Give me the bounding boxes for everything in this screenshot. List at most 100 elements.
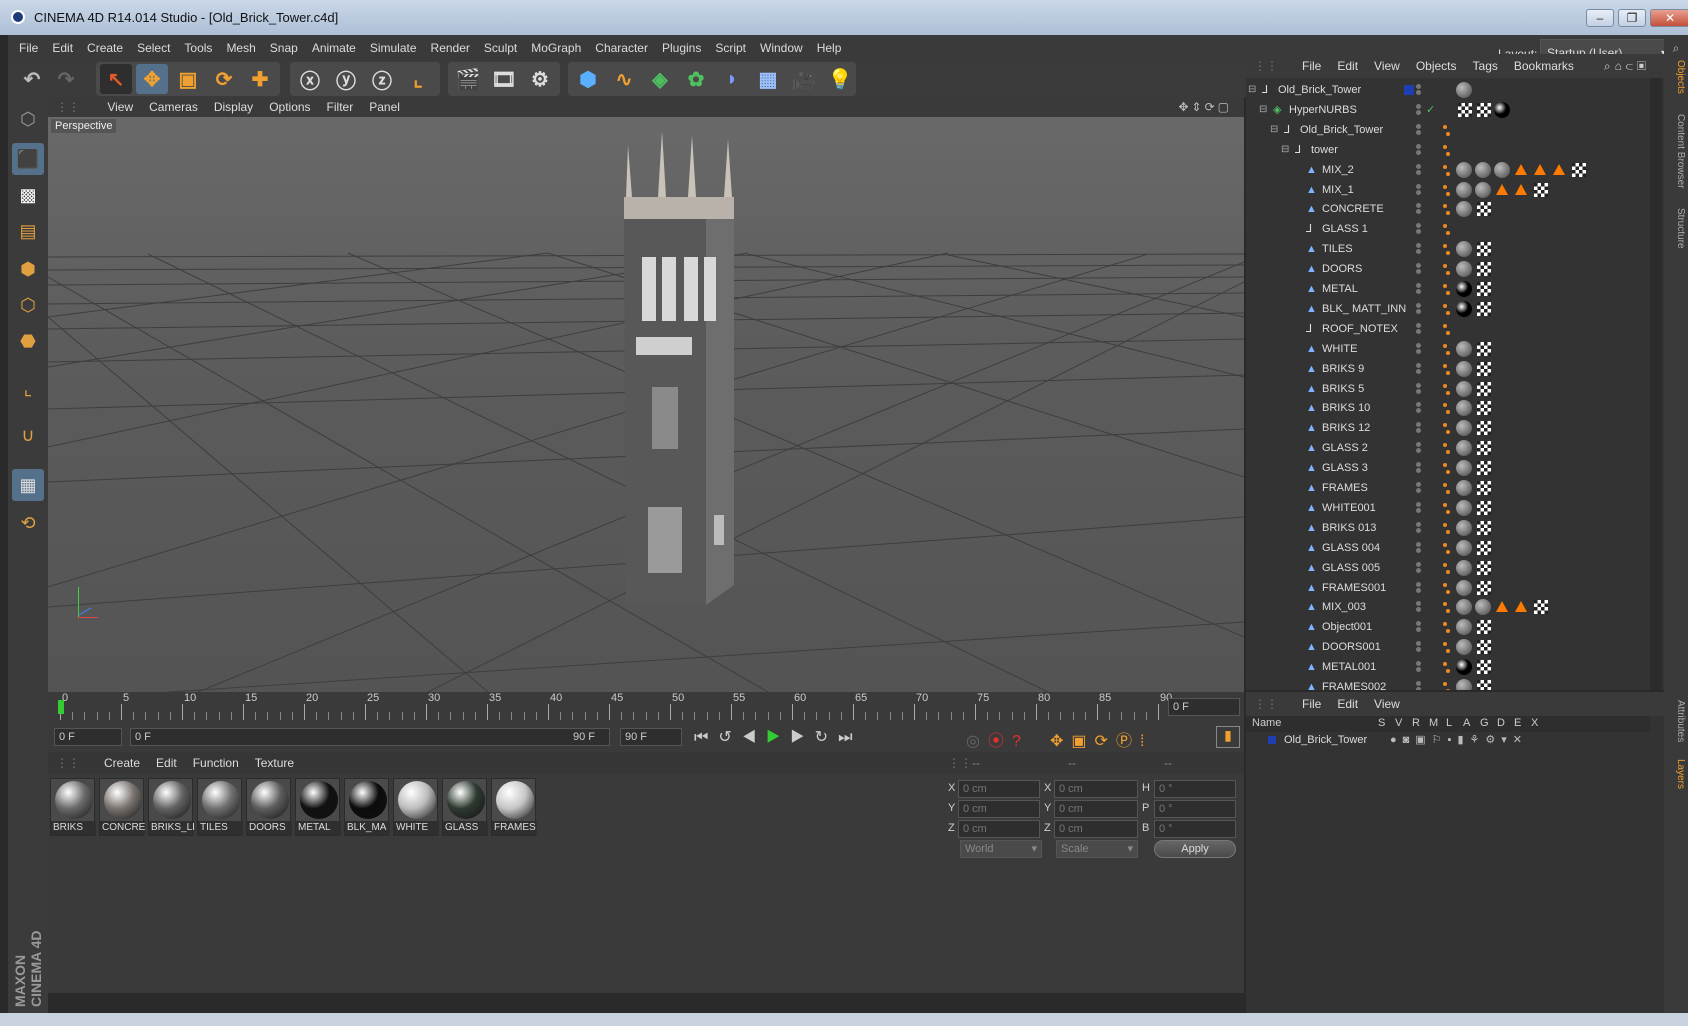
- record-keys-icon[interactable]: ◎: [966, 733, 988, 750]
- uvw-tag-icon[interactable]: [1477, 202, 1491, 217]
- coord-rot-field[interactable]: 0 °: [1154, 780, 1236, 798]
- menu-file[interactable]: File: [12, 35, 45, 61]
- uvw-tag-icon[interactable]: [1477, 680, 1491, 690]
- phong-tag-icon[interactable]: [1443, 682, 1447, 686]
- uvw-tag-icon[interactable]: [1477, 580, 1491, 595]
- material-menu-function[interactable]: Function: [185, 752, 247, 774]
- object-menu-file[interactable]: File: [1294, 54, 1329, 78]
- viewport-nav-icons[interactable]: ✥⇕⟳▢: [1170, 97, 1240, 117]
- material-tag-icon[interactable]: [1456, 82, 1472, 98]
- y-axis-icon[interactable]: ⓨ: [330, 64, 362, 94]
- playhead[interactable]: [58, 700, 64, 714]
- make-editable-icon[interactable]: ⬡: [12, 103, 44, 135]
- uvw-tag-icon[interactable]: [1534, 600, 1548, 615]
- object-menu-tags[interactable]: Tags: [1465, 54, 1506, 78]
- object-name[interactable]: Object001: [1322, 617, 1372, 637]
- object-name[interactable]: METAL001: [1322, 657, 1376, 677]
- timeline-window-icon[interactable]: ▮: [1216, 726, 1240, 748]
- object-row[interactable]: ▲ GLASS 3: [1246, 458, 1650, 478]
- layer-column-r[interactable]: R: [1412, 717, 1420, 729]
- phong-tag-icon[interactable]: [1443, 483, 1447, 487]
- phong-tag-icon[interactable]: [1443, 542, 1447, 547]
- menu-script[interactable]: Script: [708, 35, 753, 61]
- uvw-tag-icon[interactable]: [1477, 500, 1491, 515]
- visibility-dots[interactable]: [1416, 362, 1424, 375]
- workplane-icon[interactable]: ▤: [12, 215, 44, 247]
- phong-tag-icon[interactable]: [1443, 144, 1447, 149]
- material-tag-icon[interactable]: [1456, 281, 1472, 297]
- object-name[interactable]: BRIKS 10: [1322, 398, 1370, 418]
- apply-button[interactable]: Apply: [1154, 840, 1236, 858]
- uvw-tag-icon[interactable]: [1477, 481, 1491, 495]
- object-row[interactable]: ▲ TILES: [1246, 239, 1650, 259]
- material-tag-icon[interactable]: [1475, 599, 1491, 616]
- material-blk-ma[interactable]: BLK_MA: [344, 778, 390, 836]
- menu-plugins[interactable]: Plugins: [655, 35, 708, 61]
- menu-mesh[interactable]: Mesh: [219, 35, 262, 61]
- uvw-tag-icon[interactable]: [1477, 640, 1491, 655]
- side-tab-layers[interactable]: Layers: [1666, 759, 1686, 789]
- material-glass[interactable]: GLASS: [442, 778, 488, 836]
- visibility-dots[interactable]: [1416, 203, 1424, 215]
- object-scrollbar[interactable]: [1650, 78, 1662, 690]
- coord-size-field[interactable]: 0 cm: [1054, 800, 1138, 818]
- coord-pos-field[interactable]: 0 cm: [958, 780, 1040, 798]
- coordinate-system-icon[interactable]: ⌞: [402, 64, 434, 94]
- layer-flag-icons[interactable]: ●◙▣⚐▪▮⚘⚙▾✕: [1390, 733, 1528, 746]
- object-row[interactable]: ▲ WHITE001: [1246, 498, 1650, 518]
- object-name[interactable]: Old_Brick_Tower: [1300, 120, 1383, 140]
- current-frame-field[interactable]: 0 F: [1168, 698, 1240, 716]
- layer-menu-edit[interactable]: Edit: [1329, 692, 1366, 716]
- menu-mograph[interactable]: MoGraph: [524, 35, 588, 61]
- object-name[interactable]: GLASS 004: [1322, 538, 1380, 558]
- snap-grid-icon[interactable]: ▦: [12, 469, 44, 501]
- phong-tag-icon[interactable]: [1443, 343, 1447, 348]
- selection-tag-icon[interactable]: [1496, 601, 1508, 613]
- uvw-tag-icon[interactable]: [1534, 182, 1548, 197]
- coord-rot-field[interactable]: 0 °: [1154, 820, 1236, 838]
- minimize-button[interactable]: –: [1586, 9, 1614, 27]
- object-name[interactable]: MIX_1: [1322, 180, 1354, 200]
- render-picture-viewer-icon[interactable]: 🎞: [488, 64, 520, 94]
- end-frame-field[interactable]: 90 F: [620, 728, 682, 746]
- object-name[interactable]: FRAMES: [1322, 478, 1368, 498]
- object-name[interactable]: GLASS 3: [1322, 458, 1368, 478]
- layer-column-x[interactable]: X: [1531, 717, 1538, 729]
- camera-icon[interactable]: 🎥: [788, 64, 820, 94]
- expand-toggle-icon[interactable]: ⊟: [1270, 120, 1278, 140]
- object-row[interactable]: ▲ GLASS 2: [1246, 438, 1650, 458]
- object-name[interactable]: BRIKS 9: [1322, 359, 1364, 379]
- expand-toggle-icon[interactable]: ⊟: [1281, 140, 1289, 160]
- object-menu-bookmarks[interactable]: Bookmarks: [1506, 54, 1582, 78]
- visibility-dots[interactable]: [1416, 641, 1424, 653]
- menu-edit[interactable]: Edit: [45, 35, 80, 61]
- phong-tag-icon[interactable]: [1443, 383, 1447, 388]
- menu-window[interactable]: Window: [753, 35, 810, 61]
- nurbs-icon[interactable]: ◈: [644, 64, 676, 94]
- key-type-controls[interactable]: ✥▣⟳Ⓟ⁞: [1050, 727, 1152, 751]
- uvw-tag-icon[interactable]: [1477, 242, 1491, 257]
- object-row[interactable]: ▲ DOORS001: [1246, 637, 1650, 657]
- side-tab-objects[interactable]: Objects: [1666, 60, 1686, 94]
- menu-simulate[interactable]: Simulate: [363, 35, 424, 61]
- array-icon[interactable]: ✿: [680, 64, 712, 94]
- render-view-icon[interactable]: 🎬: [452, 64, 484, 94]
- material-white[interactable]: WHITE: [393, 778, 439, 836]
- phong-tag-icon[interactable]: [1443, 224, 1447, 229]
- material-tag-icon[interactable]: [1456, 480, 1472, 496]
- visibility-dots[interactable]: [1416, 123, 1424, 136]
- menu-character[interactable]: Character: [588, 35, 655, 61]
- menu-create[interactable]: Create: [80, 35, 130, 61]
- object-name[interactable]: WHITE001: [1322, 498, 1376, 518]
- object-row[interactable]: ▲ MIX_1: [1246, 180, 1650, 200]
- object-row[interactable]: ⊟ ⅃ tower: [1246, 140, 1650, 160]
- phong-tag-icon[interactable]: [1443, 264, 1447, 269]
- phong-tag-icon[interactable]: [1443, 164, 1447, 169]
- texture-mode-icon[interactable]: ▩: [12, 179, 44, 211]
- layer-menu-view[interactable]: View: [1366, 692, 1408, 716]
- uvw-tag-icon[interactable]: [1477, 301, 1491, 316]
- visibility-dots[interactable]: [1416, 621, 1424, 633]
- material-tag-icon[interactable]: [1456, 679, 1472, 690]
- material-tag-icon[interactable]: [1456, 261, 1472, 278]
- autokey-icon[interactable]: ⦿: [988, 733, 1012, 750]
